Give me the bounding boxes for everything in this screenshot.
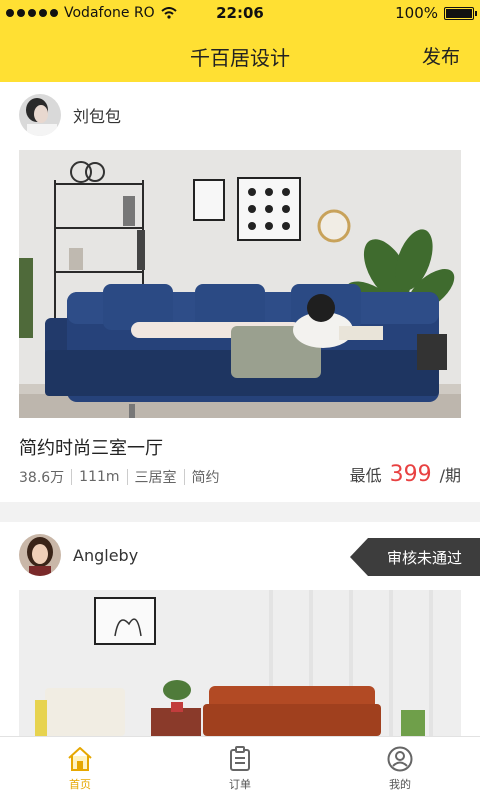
post-image[interactable] (19, 590, 461, 736)
price-prefix: 最低 (349, 466, 382, 485)
post-image[interactable] (19, 150, 461, 418)
tab-label: 首页 (69, 778, 91, 791)
status-badge: 审核未通过 (350, 538, 480, 576)
order-icon (230, 746, 250, 771)
author-name: 刘包包 (73, 107, 122, 126)
author-name: Angleby (73, 545, 139, 565)
avatar[interactable] (19, 94, 61, 136)
post-card[interactable]: Angleby 审核未通过 (0, 522, 480, 736)
home-icon (68, 747, 92, 771)
price-value: 399 (389, 462, 432, 487)
post-author[interactable]: Angleby (19, 534, 138, 576)
post-author[interactable]: 刘包包 (19, 94, 121, 136)
post-tags: 38.6万 111m 三居室 简约 (19, 467, 220, 487)
nav-bar: 千百居设计 发布 (0, 28, 480, 82)
price-info: 最低 399 /期 (350, 462, 461, 487)
battery-percent: 100% (395, 4, 438, 22)
tag-layout: 三居室 (134, 470, 177, 486)
tag-divider (183, 469, 185, 485)
tab-label: 我的 (389, 778, 411, 791)
page-title: 千百居设计 (190, 46, 290, 70)
tag-style: 简约 (191, 470, 220, 486)
post-title: 简约时尚三室一厅 (19, 438, 163, 459)
tag-area: 111m (79, 469, 120, 485)
battery-icon (444, 6, 477, 20)
tab-orders[interactable]: 订单 (160, 737, 320, 800)
tab-home[interactable]: 首页 (0, 737, 160, 800)
status-bar: Vodafone RO 22:06 100% (0, 0, 480, 28)
tab-profile[interactable]: 我的 (320, 737, 480, 800)
price-suffix: /期 (439, 466, 461, 485)
tab-label: 订单 (229, 778, 251, 791)
profile-icon (387, 746, 413, 772)
post-card[interactable]: 刘包包 简约时尚三室一厅 38.6万 111m 三居室 简约 最低 399 /期 (0, 82, 480, 502)
tag-budget: 38.6万 (19, 470, 65, 486)
tab-bar: 首页 订单 我的 (0, 736, 480, 800)
tag-divider (71, 469, 73, 485)
avatar[interactable] (19, 534, 61, 576)
publish-button[interactable]: 发布 (422, 42, 460, 69)
tag-divider (126, 469, 128, 485)
